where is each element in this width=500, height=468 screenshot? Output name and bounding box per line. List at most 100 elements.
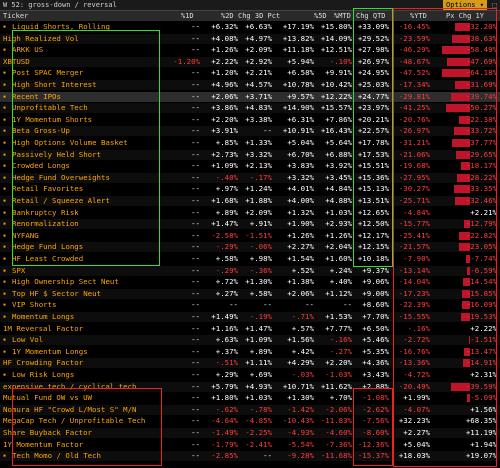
table-row[interactable]: Retail / Squeeze Alert ▪ -- +1.68% +1.88% +4.…: [0, 196, 500, 206]
table-row[interactable]: 1Y Momentum Longs ▪ -- +.37% +.89% +.42% -.27%…: [0, 347, 500, 357]
table-row[interactable]: Bankruptcy Risk ▪ -- +.89% +2.09% +1.32% +1.03…: [0, 208, 500, 218]
col-2d[interactable]: %2D: [221, 11, 234, 21]
table-row[interactable]: High Ownership Sect Neut ▪ -- +.72% +1.30% +1…: [0, 277, 500, 287]
table-row[interactable]: 1Y Momentum Factor -- -1.79% -2.41% -5.54% -7…: [0, 440, 500, 450]
row-bullet-icon: ▪: [3, 116, 7, 123]
table-row[interactable]: Beta Gross-Up ▪ -- +3.91% -- +10.91% +16.43% +2…: [0, 126, 500, 137]
cell-mtd: -4.60%: [325, 428, 352, 437]
cell-mtd: -7.36%: [325, 439, 352, 449]
cell-y1: -6.59%: [470, 265, 497, 275]
table-row[interactable]: Hedge Fund Longs ▪ -- -.29% -.06% +2.27% +2.04…: [0, 242, 500, 253]
table-row[interactable]: Post SPAC Merger ▪ -- +1.20% +2.21% +6.58% +9.…: [0, 68, 500, 78]
table-row[interactable]: NYFANG ▪ -- -2.58% -1.51% +1.26% +1.26% +12.17%…: [0, 231, 500, 241]
col-ytd[interactable]: %YTD: [410, 11, 427, 21]
cell-d5: -.71%: [291, 312, 314, 321]
cell-qtd: +13.51%: [357, 196, 389, 205]
table-row[interactable]: Nomura HF "Crowd L/Most S" M/N -- -.62% -.7…: [0, 404, 500, 415]
table-row[interactable]: SPX ▪ -- -.29% -.36% +.52% +.24% +9.37% -13.14% -…: [0, 265, 500, 276]
table-row[interactable]: Passively Held Short ▪ -- +2.73% +3.32% +6.70…: [0, 149, 500, 160]
cell-mtd: +3.92%: [325, 161, 352, 171]
table-row[interactable]: Top HF $ Sector Neut ▪ -- +.27% +.58% +2.06% +…: [0, 288, 500, 299]
cell-d5: +2.06%: [287, 288, 314, 298]
cell-y1: -58.49%: [465, 45, 497, 55]
table-row[interactable]: High Short Interest ▪ -- +4.96% +4.57% +10.78…: [0, 80, 500, 90]
table-row[interactable]: HF Least Crowded ▪ -- +.58% +.98% +1.54% +1.60…: [0, 254, 500, 264]
cell-qtd: +15.36%: [357, 172, 389, 182]
table-row[interactable]: 1M Reversal Factor -- +1.16% +1.47% +.57% +7.…: [0, 324, 500, 334]
cell-d5: +1.56%: [287, 335, 314, 345]
cell-d1: --: [191, 207, 200, 217]
cell-c3: +4.93%: [245, 381, 272, 391]
cell-ytd: -21.57%: [398, 242, 430, 252]
cell-d5: +3.83%: [287, 161, 314, 171]
cell-y1: +2.31%: [470, 370, 497, 379]
cell-mtd: +2.93%: [325, 219, 352, 229]
cell-d2: +1.20%: [211, 68, 238, 78]
cell-ytd: -25.41%: [398, 230, 430, 240]
table-row[interactable]: Recent IPOs ▪ -- +2.06% +3.71% +9.57% +12.22% +…: [0, 91, 500, 102]
table-row[interactable]: Liquid Shorts, Rolling ▪ -- +6.32% +6.63% +17…: [0, 22, 500, 32]
cell-d5: -4.93%: [287, 428, 314, 437]
cell-d5: +1.54%: [287, 254, 314, 263]
cell-d1: --: [191, 161, 200, 171]
popout-icon[interactable]: ⬚: [489, 0, 500, 10]
cell-d5: +6.70%: [287, 149, 314, 159]
cell-c3: -2.25%: [245, 428, 272, 437]
cell-ytd: -16.76%: [398, 346, 430, 356]
table-row[interactable]: Low Risk Longs ▪ -- +.29% +.69% -.03% -1.03% +3…: [0, 370, 500, 380]
cell-ytd: -22.39%: [398, 300, 430, 310]
row-bullet-icon: ▪: [3, 209, 7, 216]
table-row[interactable]: HF Crowding Factor -- -.51% +1.11% +4.29% +2.…: [0, 358, 500, 369]
cell-y1: -16.09%: [465, 300, 497, 310]
cell-ytd: -21.06%: [398, 149, 430, 159]
row-ticker-name: Nomura HF "Crowd L/Most S" M/N: [3, 404, 137, 414]
col-px-chg-1y[interactable]: Px Chg 1Y: [446, 11, 484, 21]
table-row[interactable]: Low Vol ▪ -- +.63% +1.09% +1.56% -.16% +5.46% -2…: [0, 335, 500, 346]
table-row[interactable]: Hedge Fund Overweights ▪ -- -.40% -.17% +3.32…: [0, 172, 500, 183]
col-1d[interactable]: %1D: [181, 11, 194, 21]
col-mtd[interactable]: %MTD: [334, 11, 351, 21]
table-row[interactable]: High Options Volume Basket ▪ -- +.85% +1.33%…: [0, 138, 500, 148]
cell-mtd: +.70%: [329, 393, 352, 403]
col-5d[interactable]: %5D: [314, 11, 327, 21]
cell-qtd: +12.15%: [357, 242, 389, 252]
cell-d5: +1.38%: [287, 277, 314, 287]
options-button[interactable]: Options ▾: [443, 0, 487, 10]
cell-y1: -22.82%: [465, 230, 497, 240]
table-row[interactable]: Unprofitable Tech ▪ -- +3.86% +4.83% +14.90% +…: [0, 103, 500, 114]
table-row[interactable]: XBTUSD -1.20% +2.22% +2.92% +5.94% -.10% +26.9…: [0, 56, 500, 67]
col-chg-qtd[interactable]: Chg QTD: [356, 11, 386, 21]
col-ticker[interactable]: Ticker: [3, 11, 28, 21]
table-row[interactable]: Momentum Longs ▪ -- +1.49% -.19% -.71% +1.53% +…: [0, 312, 500, 322]
cell-mtd: +14.09%: [320, 33, 352, 43]
col-chg-3d[interactable]: Chg 3D Pct: [238, 11, 280, 21]
table-row[interactable]: VIP Shorts ▪ -- -- -- -- -- +8.60% -22.39% -16.09…: [0, 300, 500, 310]
table-row[interactable]: expensive tech / cyclical tech -- +5.79% +4…: [0, 381, 500, 392]
cell-c3: --: [263, 300, 272, 310]
cell-ytd: -16.45%: [398, 22, 430, 31]
cell-d5: +17.19%: [282, 22, 314, 31]
cell-qtd: +15.13%: [357, 184, 389, 194]
cell-d5: +4.01%: [287, 184, 314, 194]
table-row[interactable]: 1Y Momentum Shorts ▪ -- +2.20% +3.38% +6.31% +…: [0, 115, 500, 125]
table-row[interactable]: MegaCap Tech / Unprofitable Tech -- -4.64%…: [0, 416, 500, 426]
table-row[interactable]: Tech Momo / Old Tech ▪ -- -2.85% -- -9.28% -11…: [0, 451, 500, 462]
options-label: Options: [446, 1, 476, 9]
table-row[interactable]: High Realized Vol -- +4.08% +4.97% +13.82% +1…: [0, 33, 500, 44]
cell-d5: --: [305, 300, 314, 310]
cell-c3: -.17%: [249, 172, 272, 182]
cell-y1: -50.27%: [465, 103, 497, 113]
cell-qtd: +5.35%: [362, 346, 389, 356]
cell-mtd: +1.12%: [325, 288, 352, 298]
table-row[interactable]: Retail Favorites ▪ -- +.97% +1.24% +4.01% +4.8…: [0, 184, 500, 194]
cell-d1: --: [191, 404, 200, 414]
table-row[interactable]: ARKK US ▪ -- +1.26% +2.09% +11.18% +12.51% +27.…: [0, 45, 500, 55]
cell-d2: +3.91%: [211, 126, 238, 136]
table-row[interactable]: Mutual Fund OW vs UW -- +1.80% +1.03% +1.30%…: [0, 393, 500, 403]
cell-y1: -32.46%: [465, 196, 497, 205]
table-row[interactable]: Share Buyback Factor -- -1.49% -2.25% -4.93%…: [0, 428, 500, 438]
table-row[interactable]: Crowded Longs ▪ -- +1.09% +2.13% +3.83% +3.92%…: [0, 161, 500, 171]
row-ticker-name: expensive tech / cyclical tech: [3, 381, 137, 391]
table-row[interactable]: Renormalization ▪ -- +1.47% +.91% +1.90% +2.93…: [0, 219, 500, 230]
row-bullet-icon: ▪: [3, 186, 7, 193]
